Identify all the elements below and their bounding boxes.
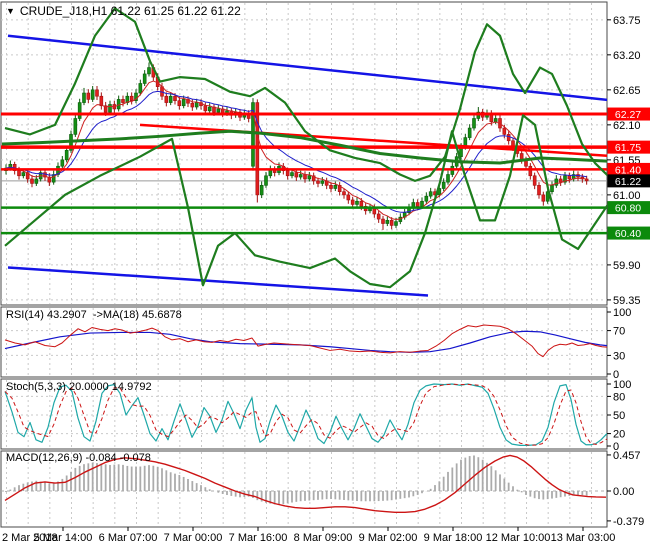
svg-text:20: 20 (613, 429, 625, 441)
price-level-label: 60.80 (607, 201, 650, 215)
chart-canvas[interactable]: 63.7563.2062.6562.1061.5561.0059.9059.35… (0, 0, 650, 550)
time-axis: 2 Mar 20185 Mar 14:00 6 Mar 07:00 7 Mar 00… (2, 527, 615, 544)
svg-text:-0.379: -0.379 (613, 516, 644, 528)
price-level-label: 62.27 (607, 107, 650, 121)
svg-text:61.22: 61.22 (615, 176, 641, 188)
trading-chart-window: 63.75 63.20 62.65 62.10 61.55 61.00 59.90 59.35… (0, 0, 650, 550)
svg-text:0.00: 0.00 (613, 486, 634, 498)
svg-text:9 Mar 18:00: 9 Mar 18:00 (424, 532, 483, 544)
symbol-name: CRUDE_J18,H1 (19, 4, 108, 18)
svg-text:62.65: 62.65 (613, 85, 641, 97)
svg-text:59.35: 59.35 (613, 295, 641, 307)
price-level-label: 61.75 (607, 140, 650, 154)
rsi-panel-label: RSI(14) 43.2907 ->MA(18) 45.6878 (6, 309, 182, 321)
svg-text:63.75: 63.75 (613, 15, 641, 27)
svg-text:12 Mar 10:00: 12 Mar 10:00 (486, 532, 551, 544)
svg-text:63.20: 63.20 (613, 50, 641, 62)
symbol-dropdown-arrow[interactable]: ▼ (6, 6, 15, 16)
macd-panel-label: MACD(12,26,9) -0.084 -0.078 (6, 452, 151, 464)
svg-text:9 Mar 02:00: 9 Mar 02:00 (359, 532, 418, 544)
svg-text:62.27: 62.27 (615, 109, 641, 121)
svg-text:8 Mar 09:00: 8 Mar 09:00 (294, 532, 353, 544)
svg-text:100: 100 (613, 379, 631, 391)
stochastic-panel-label: Stoch(5,3,3) 20.0000 14.9792 (6, 381, 152, 393)
svg-text:60.40: 60.40 (615, 228, 641, 240)
svg-text:62.10: 62.10 (613, 120, 641, 132)
svg-text:7 Mar 16:00: 7 Mar 16:00 (229, 532, 288, 544)
svg-text:61.00: 61.00 (613, 190, 641, 202)
svg-text:30: 30 (613, 350, 625, 362)
svg-text:59.90: 59.90 (613, 260, 641, 272)
ohlc-quotes: 61.22 61.25 61.22 61.22 (110, 4, 241, 18)
svg-text:7 Mar 00:00: 7 Mar 00:00 (164, 532, 223, 544)
svg-text:80: 80 (613, 391, 625, 403)
svg-text:100: 100 (613, 307, 631, 319)
price-level-label: 60.40 (607, 226, 650, 240)
price-level-label: 61.22 (607, 174, 650, 188)
svg-text:60.80: 60.80 (615, 203, 641, 215)
price-axis: 63.7563.2062.6562.1061.5561.0059.9059.35… (607, 15, 650, 528)
svg-text:5 Mar 14:00: 5 Mar 14:00 (34, 532, 93, 544)
svg-text:61.75: 61.75 (615, 142, 641, 154)
svg-text:6 Mar 07:00: 6 Mar 07:00 (99, 532, 158, 544)
svg-text:70: 70 (613, 326, 625, 338)
svg-text:50: 50 (613, 410, 625, 422)
svg-text:0.457: 0.457 (613, 450, 641, 462)
chart-title: ▼ CRUDE_J18,H1 61.22 61.25 61.22 61.22 (6, 4, 241, 18)
svg-text:13 Mar 03:00: 13 Mar 03:00 (551, 532, 616, 544)
